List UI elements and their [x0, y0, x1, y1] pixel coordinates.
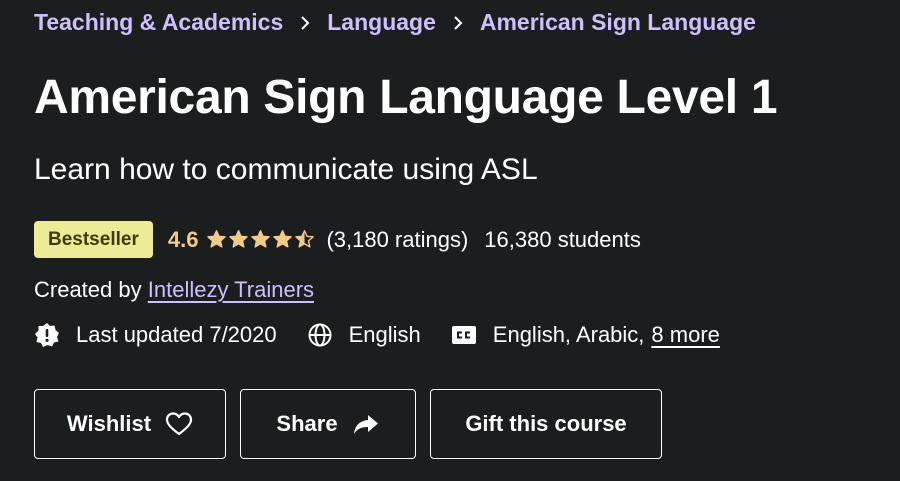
- wishlist-button[interactable]: Wishlist: [34, 389, 226, 459]
- instructor-link[interactable]: Intellezy Trainers: [148, 277, 314, 302]
- share-button[interactable]: Share: [240, 389, 416, 459]
- breadcrumb: Teaching & Academics Language American S…: [34, 9, 756, 36]
- students-count: 16,380 students: [484, 226, 641, 252]
- course-meta: Last updated 7/2020 English English, Ara…: [34, 322, 720, 348]
- closed-captions-icon: [451, 322, 477, 348]
- breadcrumb-item-language[interactable]: Language: [327, 9, 436, 36]
- star-full-icon: [229, 230, 249, 248]
- action-buttons: Wishlist Share Gift this course: [34, 389, 676, 459]
- captions: English, Arabic, 8 more: [451, 322, 720, 348]
- course-header: Teaching & Academics Language American S…: [0, 0, 900, 481]
- heart-icon: [165, 412, 193, 436]
- captions-text: English, Arabic,: [492, 322, 645, 347]
- breadcrumb-item-teaching-academics[interactable]: Teaching & Academics: [34, 9, 283, 36]
- created-by-label: Created by: [34, 277, 142, 302]
- wishlist-label: Wishlist: [66, 411, 152, 436]
- chevron-right-icon: [283, 15, 327, 30]
- chevron-right-icon: [436, 15, 480, 30]
- course-subtitle: Learn how to communicate using ASL: [34, 153, 538, 186]
- captions-more-link[interactable]: 8 more: [651, 322, 719, 348]
- rating-row: Bestseller 4.6 (3,180 ratings) 16,380 st…: [34, 221, 641, 258]
- share-arrow-icon: [353, 415, 378, 434]
- star-full-icon: [251, 230, 271, 248]
- ratings-count-link[interactable]: (3,180 ratings): [326, 227, 468, 253]
- globe-icon: [307, 322, 333, 348]
- rating-stars: [206, 229, 316, 250]
- breadcrumb-item-american-sign-language[interactable]: American Sign Language: [480, 9, 756, 36]
- star-full-icon: [273, 230, 293, 248]
- bestseller-badge: Bestseller: [34, 221, 153, 258]
- star-half-icon: [295, 230, 315, 248]
- gift-course-button[interactable]: Gift this course: [430, 389, 662, 459]
- share-label: Share: [276, 411, 338, 436]
- course-title: American Sign Language Level 1: [34, 71, 778, 124]
- alert-badge-icon: [34, 322, 60, 348]
- created-by: Created by Intellezy Trainers: [34, 277, 314, 303]
- course-language: English: [307, 322, 421, 348]
- star-full-icon: [207, 230, 227, 248]
- language-text: English: [348, 322, 421, 347]
- rating-value: 4.6: [167, 226, 199, 252]
- last-updated: Last updated 7/2020: [34, 322, 277, 348]
- last-updated-text: Last updated 7/2020: [76, 322, 277, 347]
